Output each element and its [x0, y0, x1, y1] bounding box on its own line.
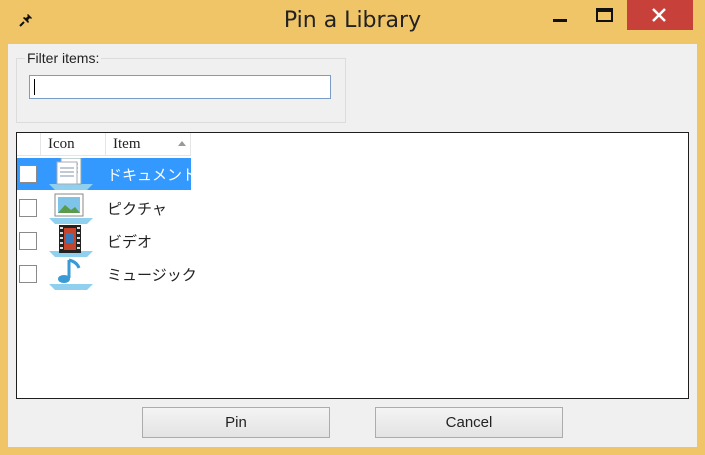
pin-library-dialog: Pin a Library Filter items: Icon Item ドキ…	[0, 0, 705, 455]
list-item[interactable]: ミュージック	[17, 258, 197, 290]
column-header-icon[interactable]: Icon	[48, 133, 103, 155]
sort-up-icon	[178, 141, 186, 146]
column-divider[interactable]	[105, 133, 106, 155]
item-checkbox[interactable]	[19, 165, 37, 183]
dialog-client-area: Filter items: Icon Item ドキュメント ピクチャ ビデオ …	[8, 44, 697, 447]
column-divider[interactable]	[190, 133, 191, 155]
item-label: ドキュメント	[107, 166, 198, 184]
filter-group: Filter items:	[16, 50, 346, 123]
pictures-library-icon	[49, 193, 93, 224]
cancel-button[interactable]: Cancel	[375, 407, 563, 438]
item-checkbox[interactable]	[19, 232, 37, 250]
library-list[interactable]: Icon Item ドキュメント ピクチャ ビデオ ミュージック	[16, 132, 689, 399]
title-bar[interactable]: Pin a Library	[0, 0, 705, 44]
minimize-icon[interactable]	[547, 0, 573, 30]
text-caret	[34, 79, 35, 95]
item-checkbox[interactable]	[19, 199, 37, 217]
list-item[interactable]: ピクチャ	[17, 192, 191, 224]
pin-button[interactable]: Pin	[142, 407, 330, 438]
item-label: ミュージック	[107, 266, 197, 284]
videos-library-icon	[49, 225, 93, 257]
column-divider[interactable]	[40, 133, 41, 155]
list-item[interactable]: ドキュメント	[17, 158, 197, 190]
filter-group-label: Filter items:	[25, 50, 102, 66]
item-label: ビデオ	[107, 233, 153, 251]
item-label: ピクチャ	[107, 200, 167, 218]
list-header: Icon Item	[17, 133, 191, 156]
column-header-checkbox[interactable]	[17, 133, 41, 155]
documents-library-icon	[49, 158, 93, 190]
list-item[interactable]: ビデオ	[17, 225, 191, 257]
maximize-icon[interactable]	[586, 0, 622, 30]
close-icon[interactable]	[627, 0, 693, 30]
filter-input[interactable]	[29, 75, 331, 99]
item-checkbox[interactable]	[19, 265, 37, 283]
column-header-item[interactable]: Item	[113, 133, 183, 155]
music-library-icon	[49, 258, 93, 290]
